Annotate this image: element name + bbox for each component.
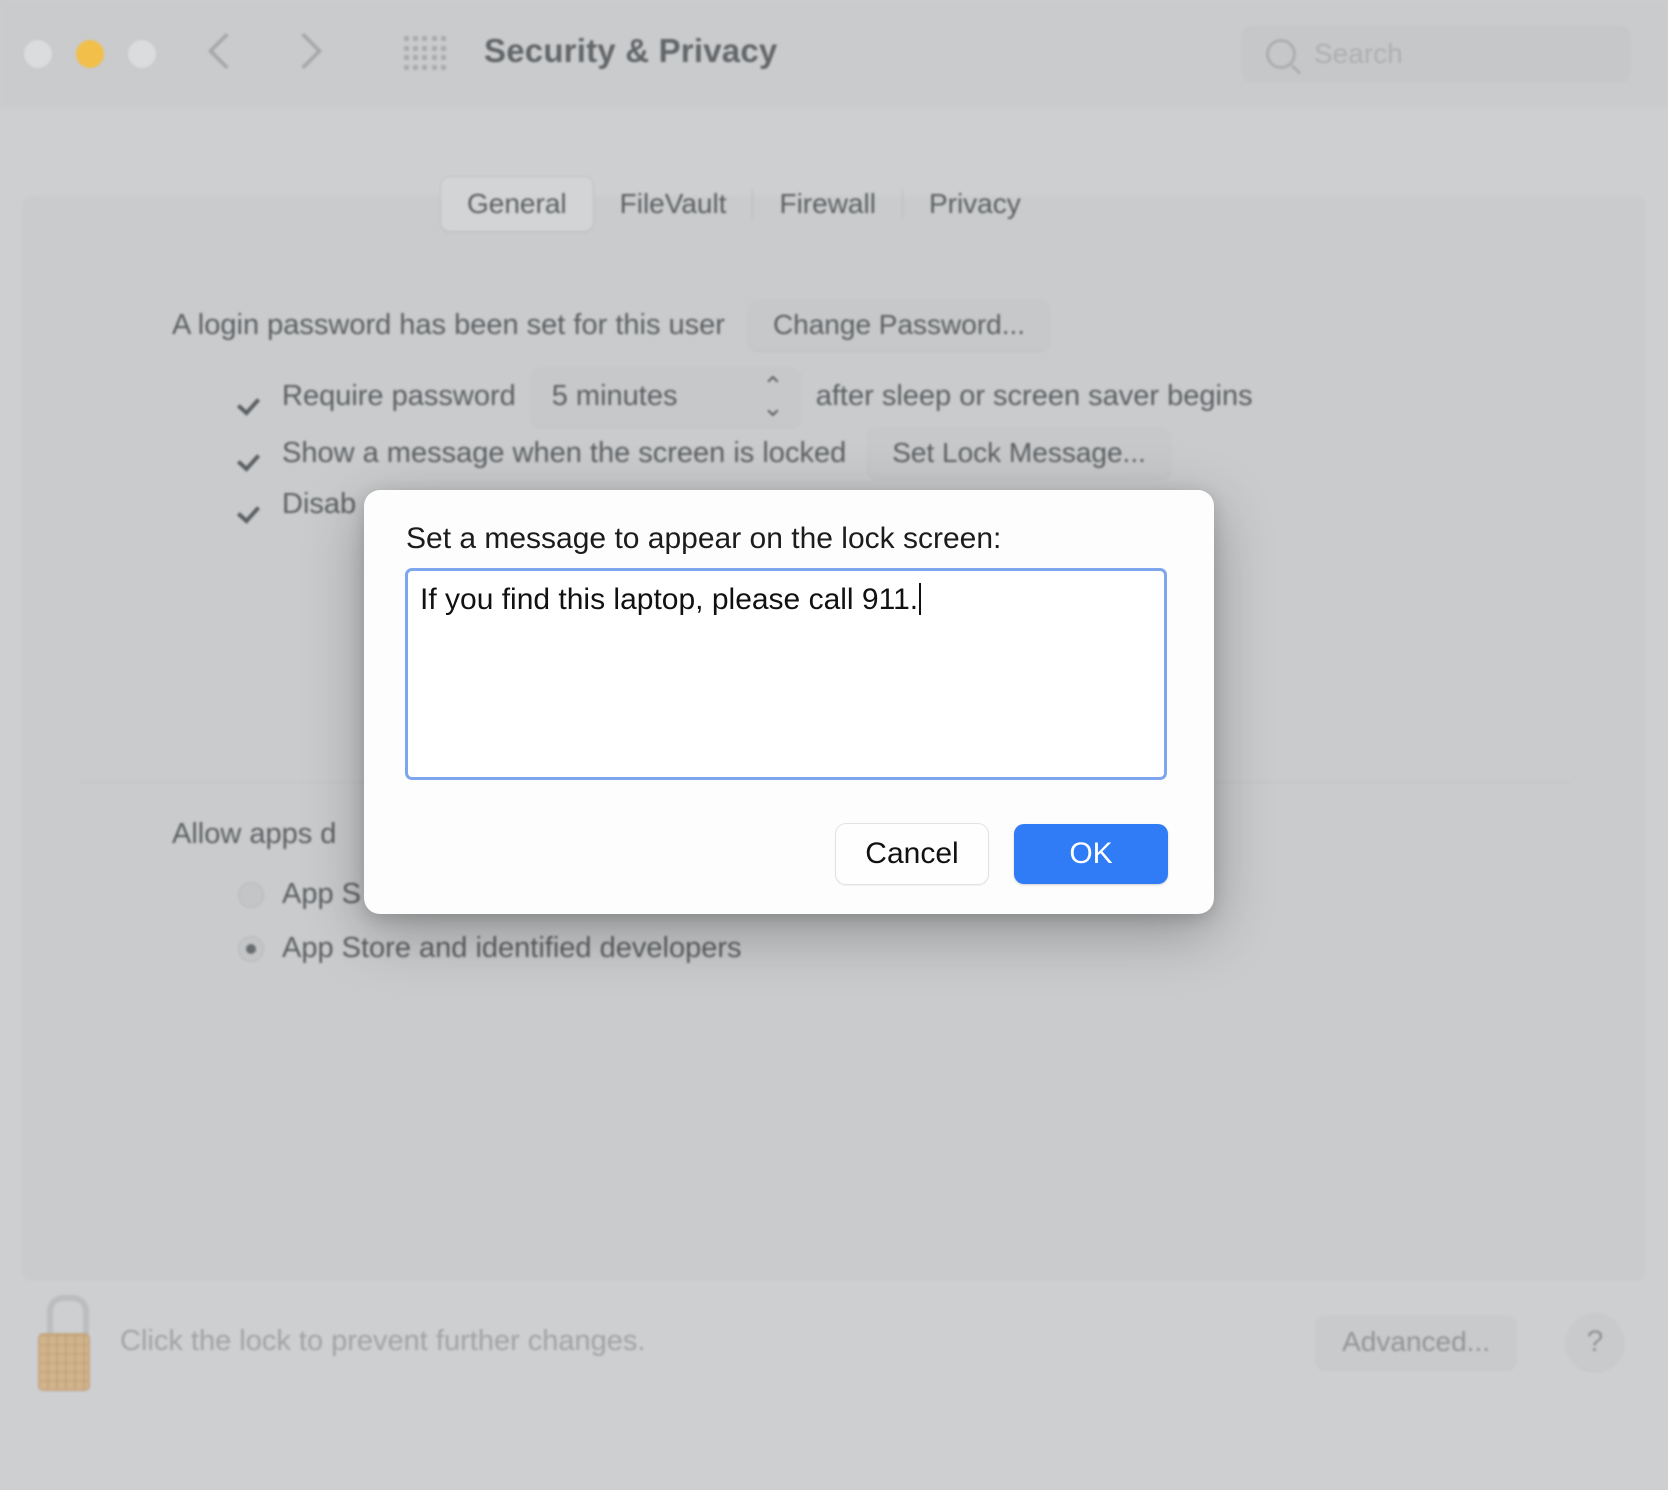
tab-filevault[interactable]: FileVault (594, 177, 753, 231)
radio-row-identified-developers[interactable]: App Store and identified developers (238, 932, 741, 965)
help-button[interactable]: ? (1566, 1313, 1624, 1371)
page-title: Security & Privacy (484, 32, 777, 70)
lock-message-textarea[interactable]: If you find this laptop, please call 911… (405, 568, 1167, 780)
app-store-label: App S (282, 878, 361, 911)
set-lock-message-dialog: Set a message to appear on the lock scre… (364, 490, 1214, 914)
chevron-left-icon[interactable] (205, 24, 239, 82)
require-password-label: Require password (282, 380, 516, 413)
dialog-buttons: Cancel OK (836, 824, 1168, 884)
tab-privacy[interactable]: Privacy (903, 177, 1047, 231)
lock-hint-text: Click the lock to prevent further change… (120, 1325, 645, 1358)
require-password-suffix: after sleep or screen saver begins (816, 380, 1253, 413)
chevron-right-icon[interactable] (289, 24, 323, 82)
tab-bar: General FileVault Firewall Privacy (441, 178, 1047, 230)
show-message-label: Show a message when the screen is locked (282, 437, 846, 470)
login-password-text: A login password has been set for this u… (172, 309, 725, 342)
show-message-row: Show a message when the screen is locked… (238, 428, 1170, 478)
radio-row-app-store[interactable]: App S (238, 878, 361, 911)
show-message-checkbox[interactable] (238, 440, 264, 466)
zoom-button[interactable] (128, 40, 156, 68)
lock-message-text: If you find this laptop, please call 911… (420, 583, 918, 616)
app-store-radio[interactable] (238, 882, 264, 908)
title-bar: Security & Privacy Search (0, 0, 1668, 108)
disable-automatic-login-row: Disab (238, 488, 356, 521)
change-password-button[interactable]: Change Password... (749, 300, 1049, 350)
identified-developers-label: App Store and identified developers (282, 932, 741, 965)
disable-automatic-login-checkbox[interactable] (238, 492, 264, 518)
text-caret (919, 583, 921, 615)
search-input[interactable]: Search (1242, 26, 1630, 82)
dialog-prompt: Set a message to appear on the lock scre… (406, 522, 1001, 556)
identified-developers-radio[interactable] (238, 936, 264, 962)
login-password-row: A login password has been set for this u… (172, 300, 1049, 350)
stepper-chevron-icon: ⌃⌄ (762, 376, 784, 418)
tab-general[interactable]: General (441, 177, 593, 231)
set-lock-message-button[interactable]: Set Lock Message... (868, 428, 1170, 478)
advanced-button[interactable]: Advanced... (1316, 1315, 1516, 1369)
require-password-row: Require password 5 minutes ⌃⌄ after slee… (238, 368, 1253, 426)
search-icon (1266, 39, 1296, 69)
disable-automatic-login-label: Disab (282, 488, 356, 521)
padlock-body (38, 1333, 90, 1391)
require-password-select[interactable]: 5 minutes ⌃⌄ (532, 368, 800, 426)
require-password-checkbox[interactable] (238, 384, 264, 410)
navigation-arrows (205, 24, 323, 82)
unlocked-padlock-icon[interactable] (30, 1295, 102, 1387)
close-button[interactable] (24, 40, 52, 68)
search-placeholder: Search (1314, 38, 1403, 70)
traffic-lights (24, 40, 156, 68)
allow-apps-label: Allow apps d (172, 818, 336, 851)
cancel-button[interactable]: Cancel (836, 824, 988, 884)
minimize-button[interactable] (76, 40, 104, 68)
preferences-window: Security & Privacy Search General FileVa… (0, 0, 1668, 1490)
tab-firewall[interactable]: Firewall (753, 177, 901, 231)
require-password-selected-value: 5 minutes (552, 380, 678, 413)
grid-apps-icon[interactable] (404, 36, 448, 72)
ok-button[interactable]: OK (1014, 824, 1168, 884)
